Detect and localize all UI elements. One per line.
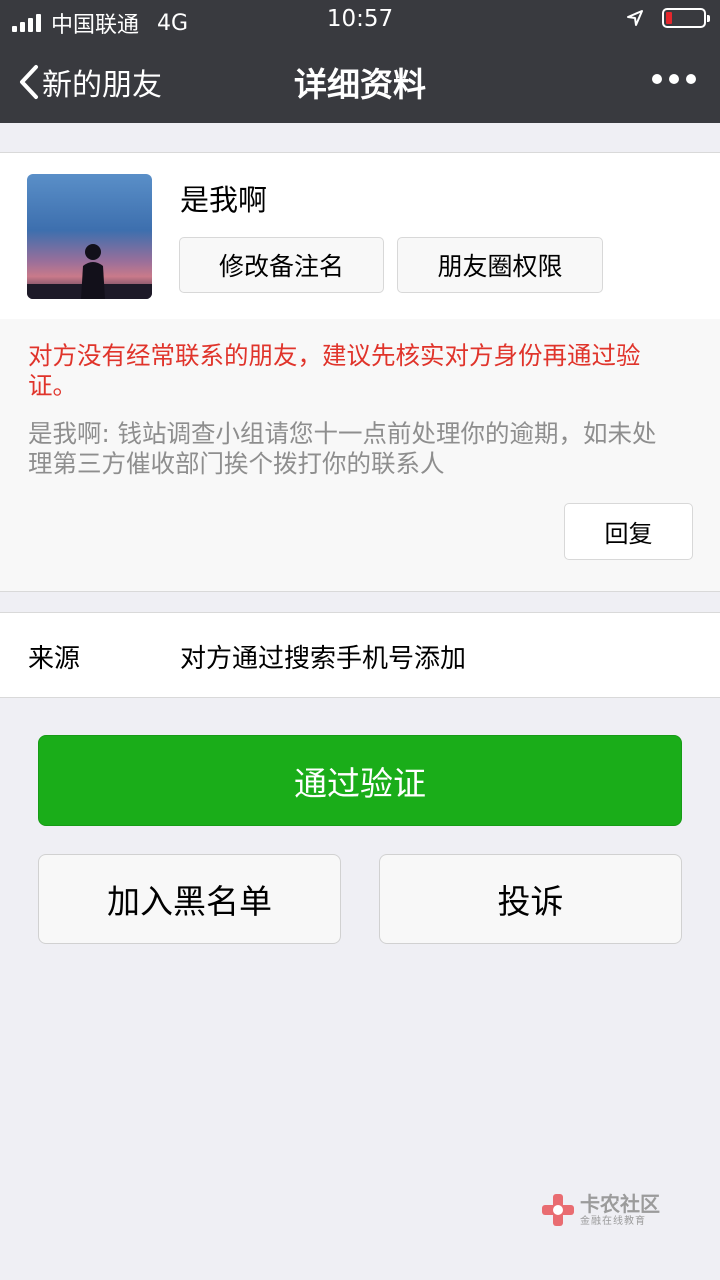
watermark-name: 卡农社区 xyxy=(580,1191,660,1216)
verification-warning: 对方没有经常联系的朋友，建议先核实对方身份再通过验证。 xyxy=(28,341,641,400)
contact-name: 是我啊 xyxy=(180,183,268,217)
source-value: 对方通过搜索手机号添加 xyxy=(180,644,467,674)
add-to-blacklist-button[interactable]: 加入黑名单 xyxy=(38,854,341,944)
avatar[interactable] xyxy=(27,174,152,299)
accept-verification-button[interactable]: 通过验证 xyxy=(38,735,682,826)
verification-section: 对方没有经常联系的朋友，建议先核实对方身份再通过验证。 是我啊: 钱站调查小组请… xyxy=(0,319,720,592)
edit-remark-button[interactable]: 修改备注名 xyxy=(179,237,384,293)
chevron-left-icon xyxy=(20,65,38,99)
report-button[interactable]: 投诉 xyxy=(379,854,682,944)
profile-card: 是我啊 修改备注名 朋友圈权限 xyxy=(0,152,720,320)
back-button[interactable]: 新的朋友 xyxy=(18,60,162,104)
more-dots-icon[interactable] xyxy=(652,74,696,84)
reply-button[interactable]: 回复 xyxy=(564,503,693,560)
nav-bar: 新的朋友 详细资料 xyxy=(0,40,720,123)
source-label: 来源 xyxy=(28,644,81,674)
source-row: 来源 对方通过搜索手机号添加 xyxy=(0,612,720,698)
watermark-tagline: 金融在线教育 xyxy=(580,1215,646,1227)
status-right xyxy=(626,8,710,28)
battery-icon xyxy=(662,8,710,28)
verification-message: 是我啊: 钱站调查小组请您十一点前处理你的逾期，如未处理第三方催收部门挨个拨打你… xyxy=(28,419,657,478)
back-label: 新的朋友 xyxy=(42,68,162,103)
status-bar: 中国联通 4G 10:57 xyxy=(0,0,720,40)
location-arrow-icon xyxy=(627,10,643,26)
avatar-image xyxy=(27,174,152,299)
status-time: 10:57 xyxy=(326,6,394,32)
moments-permission-button[interactable]: 朋友圈权限 xyxy=(397,237,603,293)
kanong-logo-icon xyxy=(542,1194,574,1226)
watermark-logo: 卡农社区 金融在线教育 xyxy=(540,1192,660,1228)
